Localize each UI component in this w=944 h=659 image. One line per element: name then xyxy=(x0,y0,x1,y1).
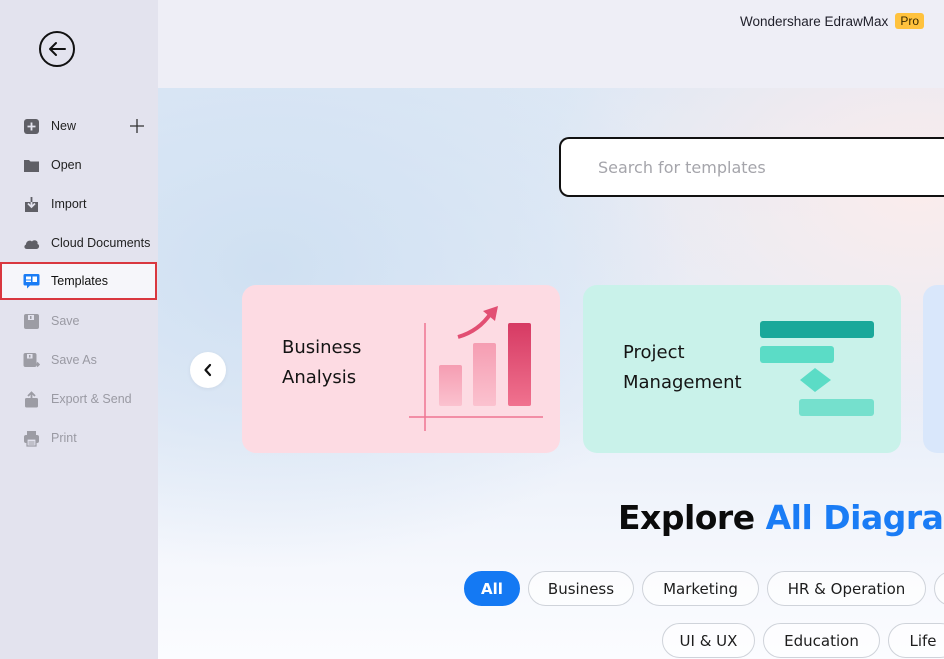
back-button[interactable] xyxy=(39,31,75,67)
sidebar-item-save-as[interactable]: Save As xyxy=(0,341,157,379)
sidebar-item-label: Save As xyxy=(51,353,97,367)
sidebar-item-import[interactable]: Import xyxy=(0,185,157,223)
chevron-left-icon xyxy=(204,363,212,377)
sidebar-item-cloud-documents[interactable]: Cloud Documents xyxy=(0,224,157,262)
print-icon xyxy=(24,431,39,447)
explore-heading-dark: Explore xyxy=(618,498,755,537)
category-chip-more[interactable] xyxy=(934,571,944,606)
sidebar-item-label: Save xyxy=(51,314,80,328)
pro-badge: Pro xyxy=(895,13,924,29)
search-input[interactable] xyxy=(561,157,944,177)
sidebar-item-label: Print xyxy=(51,431,77,445)
sidebar-item-label: Cloud Documents xyxy=(51,236,151,250)
sidebar-item-label: Open xyxy=(51,158,82,172)
sidebar-item-label: Templates xyxy=(51,274,108,288)
import-icon xyxy=(25,197,38,212)
search-box[interactable] xyxy=(559,137,944,197)
main-content: Wondershare EdrawMax Pro Business Analys… xyxy=(158,0,944,659)
card-title: Project Management xyxy=(623,342,742,393)
category-chip-education[interactable]: Education xyxy=(763,623,880,658)
sidebar-item-templates[interactable]: Templates xyxy=(0,262,157,300)
sidebar-item-new[interactable]: New xyxy=(0,107,157,145)
category-chip-business[interactable]: Business xyxy=(528,571,634,606)
save-as-icon xyxy=(23,353,40,368)
export-icon xyxy=(25,391,38,408)
sidebar-item-export-send[interactable]: Export & Send xyxy=(0,380,157,418)
cloud-icon xyxy=(24,240,40,249)
category-chip-ui-ux[interactable]: UI & UX xyxy=(662,623,755,658)
card-title: Business Analysis xyxy=(282,337,362,388)
category-chip-hr-operation[interactable]: HR & Operation xyxy=(767,571,926,606)
folder-icon xyxy=(24,160,39,172)
bar-chart-illustration xyxy=(409,306,543,431)
template-card-project-management[interactable]: Project Management xyxy=(583,285,901,453)
sidebar-item-open[interactable]: Open xyxy=(0,146,157,184)
sidebar-item-label: Export & Send xyxy=(51,392,132,406)
explore-heading-blue: All Diagra xyxy=(765,498,944,537)
app-title: Wondershare EdrawMax xyxy=(739,13,889,29)
templates-icon xyxy=(23,274,40,289)
category-chip-all[interactable]: All xyxy=(464,571,520,606)
save-icon xyxy=(24,314,39,329)
brand: Wondershare EdrawMax Pro xyxy=(740,13,924,29)
sidebar-item-print[interactable]: Print xyxy=(0,419,157,457)
add-icon[interactable] xyxy=(129,118,145,134)
arrow-left-icon xyxy=(49,42,66,56)
gantt-illustration xyxy=(760,321,874,416)
plus-square-icon xyxy=(24,119,39,134)
category-chip-life[interactable]: Life xyxy=(888,623,944,658)
sidebar-item-save[interactable]: Save xyxy=(0,302,157,340)
sidebar-item-label: New xyxy=(51,119,77,133)
category-chip-marketing[interactable]: Marketing xyxy=(642,571,759,606)
sidebar-item-label: Import xyxy=(51,197,87,211)
template-card-next[interactable] xyxy=(923,285,944,453)
template-card-business-analysis[interactable]: Business Analysis xyxy=(242,285,560,453)
templates-hero: Business Analysis Project Management xyxy=(158,88,944,659)
sidebar: New Open Import Cloud Documents Template… xyxy=(0,0,158,659)
explore-heading: Explore All Diagra xyxy=(618,498,944,537)
carousel-prev-button[interactable] xyxy=(190,352,226,388)
